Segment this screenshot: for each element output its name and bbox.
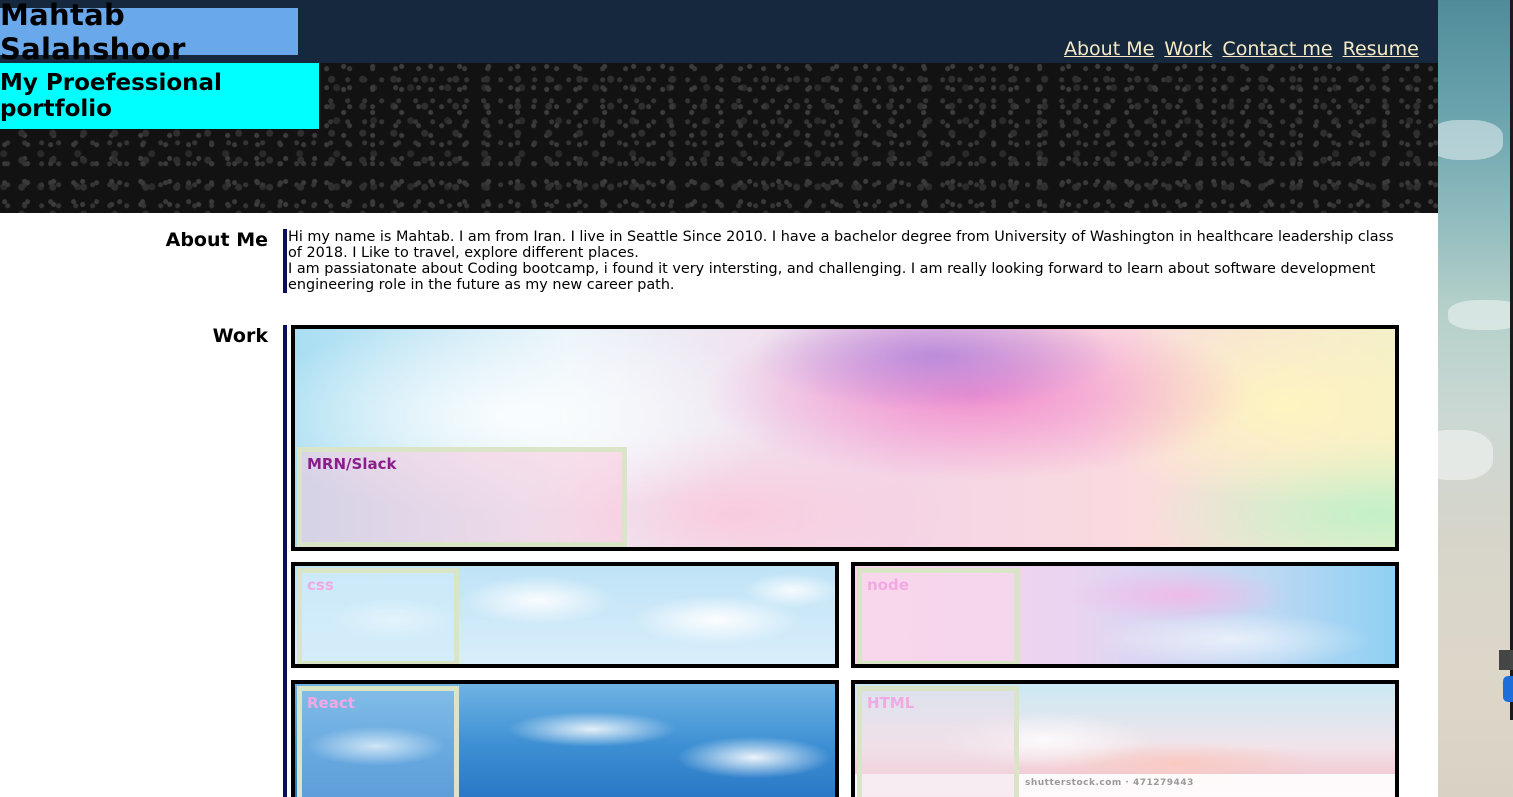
main-nav: About Me Work Contact me Resume <box>1064 38 1419 60</box>
project-card-css[interactable]: css <box>291 562 839 668</box>
portfolio-page: Mahtab Salahshoor My Proefessional portf… <box>0 0 1438 797</box>
about-paragraph-2: I am passiatonate about Coding bootcamp,… <box>288 261 1376 293</box>
project-caption-panel: HTML <box>857 686 1019 797</box>
scroll-tab[interactable] <box>1499 650 1513 670</box>
site-name: Mahtab Salahshoor <box>0 0 298 66</box>
project-caption-panel: node <box>857 568 1019 664</box>
wave-foam <box>1438 430 1493 480</box>
about-section-heading: About Me <box>165 229 268 251</box>
nav-link-work[interactable]: Work <box>1164 38 1212 60</box>
work-gallery: MRN/Slack css node React HTML shuttersto… <box>283 325 1399 797</box>
project-title: MRN/Slack <box>307 455 397 473</box>
project-card-node[interactable]: node <box>851 562 1399 668</box>
nav-link-about-me[interactable]: About Me <box>1064 38 1154 60</box>
background-beach-image <box>1438 0 1513 797</box>
project-card-react[interactable]: React <box>291 680 839 797</box>
about-paragraph-1: Hi my name is Mahtab. I am from Iran. I … <box>288 229 1394 261</box>
project-title: node <box>867 576 909 594</box>
project-caption-panel: React <box>297 686 459 797</box>
project-card-html[interactable]: HTML shutterstock.com · 471279443 <box>851 680 1399 797</box>
nav-link-resume[interactable]: Resume <box>1343 38 1419 60</box>
site-subtitle: My Proefessional portfolio <box>0 63 319 129</box>
project-caption-panel: css <box>297 568 459 664</box>
project-caption-panel: MRN/Slack <box>297 447 627 547</box>
wave-foam <box>1448 300 1513 330</box>
project-title: React <box>307 694 355 712</box>
stock-watermark: shutterstock.com · 471279443 <box>1025 778 1194 788</box>
project-title: HTML <box>867 694 915 712</box>
work-section-heading: Work <box>212 325 268 347</box>
scrollbar-thumb[interactable] <box>1503 676 1513 702</box>
wave-foam <box>1438 120 1503 160</box>
about-text: Hi my name is Mahtab. I am from Iran. I … <box>283 229 1400 293</box>
project-title: css <box>307 576 334 594</box>
nav-link-contact-me[interactable]: Contact me <box>1222 38 1332 60</box>
project-card-mrn-slack[interactable]: MRN/Slack <box>291 325 1399 551</box>
